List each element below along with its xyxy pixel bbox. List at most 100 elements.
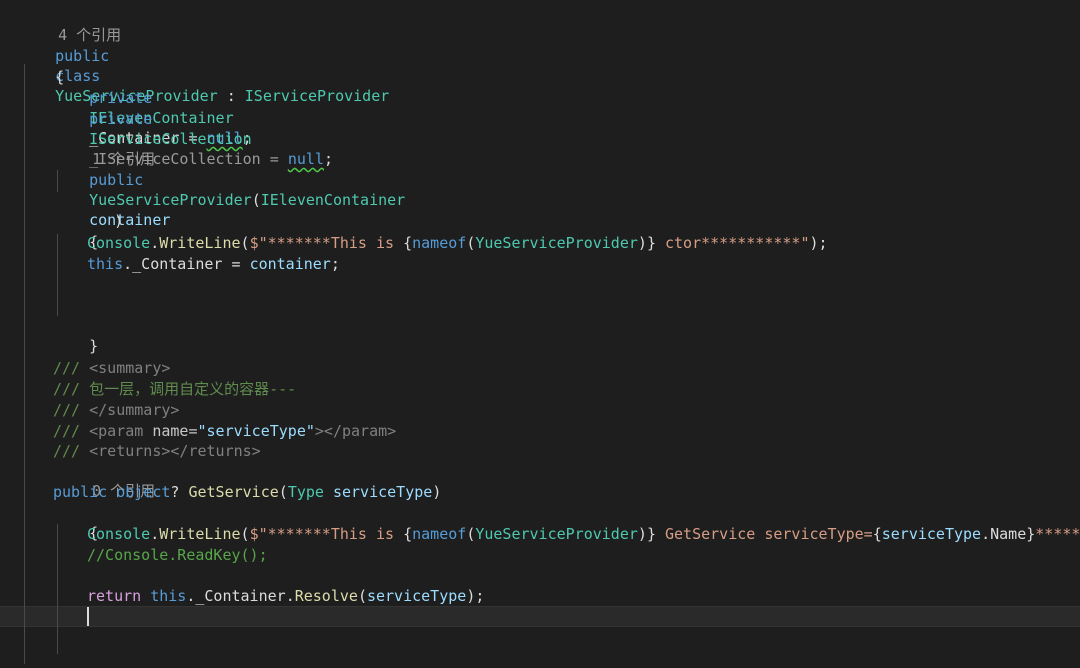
method-open-brace: { (53, 503, 98, 542)
interp-property[interactable]: Name (990, 525, 1026, 543)
return-keyword: return (87, 587, 142, 605)
statement-end: ); (809, 234, 828, 252)
keyword-private: private (89, 110, 153, 128)
code-editor[interactable]: 4 个引用 public class YueServiceProvider : … (0, 0, 1080, 668)
param-name[interactable]: serviceType (333, 483, 432, 501)
commented-readkey-line: //Console.ReadKey(); (87, 545, 268, 565)
assign-value[interactable]: container (250, 255, 331, 273)
getservice-declaration-line: public object? GetService(Type serviceTy… (53, 482, 441, 502)
doc-slashes: /// (53, 422, 90, 440)
writeline-method[interactable]: WriteLine (159, 525, 240, 543)
ctor-close-brace: } (53, 316, 98, 355)
nameof-arg[interactable]: YueServiceProvider (475, 234, 638, 252)
keyword-public: public (53, 483, 108, 501)
resolve-method[interactable]: Resolve (295, 587, 358, 605)
doc-param: /// <param name="serviceType"></param> (53, 421, 396, 441)
statement-end: ); (466, 587, 485, 605)
current-line-highlight (0, 606, 1080, 627)
doc-attr: name= (152, 422, 198, 440)
ctor-assign-line: this._Container = container; (87, 254, 340, 274)
resolve-arg[interactable]: serviceType (367, 587, 466, 605)
doc-tag-open: <param (89, 422, 153, 440)
keyword-public: public (89, 171, 144, 189)
paren-close: ) (114, 212, 124, 230)
interp-open: { (403, 234, 413, 252)
field-container-line: private IElevenContainer _Container = nu… (53, 68, 252, 147)
doc-summary-text: /// 包一层，调用自定义的容器--- (53, 379, 296, 399)
paren-open: ( (240, 234, 250, 252)
dot: . (150, 525, 160, 543)
interp-close: } (646, 525, 656, 543)
codelens-ctor-references[interactable]: 1 个引用 (56, 129, 155, 168)
this-keyword: this (150, 587, 187, 605)
interp-open: { (872, 525, 882, 543)
param-type[interactable]: Type (288, 483, 324, 501)
string-middle: GetService serviceType= (655, 525, 873, 543)
string-prefix: $"*******This is (249, 234, 404, 252)
class-declaration-line: public class YueServiceProvider : IServi… (19, 26, 389, 105)
equals: = (222, 255, 250, 273)
doc-slashes: /// (53, 359, 90, 377)
method-close-brace: } (53, 648, 98, 668)
console-class[interactable]: Console (87, 525, 150, 543)
paren-close: ) (637, 234, 647, 252)
nameof-arg[interactable]: YueServiceProvider (475, 525, 638, 543)
paren-open: ( (240, 525, 250, 543)
doc-tag: </summary> (89, 401, 180, 419)
string-tail: ***********" (1035, 525, 1080, 543)
string-tail: ctor***********" (655, 234, 810, 252)
dot: . (150, 234, 160, 252)
codelens-class-references[interactable]: 4 个引用 (22, 5, 121, 44)
brace: } (89, 337, 99, 355)
dot: . (285, 587, 295, 605)
semicolon: ; (330, 255, 340, 273)
console-class[interactable]: Console (87, 234, 150, 252)
interp-param[interactable]: serviceType (882, 525, 981, 543)
container-field[interactable]: _Container (195, 587, 285, 605)
field-servicecollection-line: private IServiceCollection _IServiceColl… (53, 89, 333, 168)
line-comment: //Console.ReadKey(); (87, 546, 268, 564)
ctor-declaration-line: public YueServiceProvider(IElevenContain… (53, 150, 405, 229)
assign-target[interactable]: _Container (132, 255, 222, 273)
ctor-open-brace: { (53, 212, 98, 251)
getservice-writeline-line: Console.WriteLine($"*******This is {name… (87, 524, 1080, 544)
doc-slashes: /// (53, 442, 90, 460)
paren-open: ( (466, 234, 476, 252)
this-keyword: this (87, 255, 124, 273)
return-line: return this._Container.Resolve(serviceTy… (87, 586, 484, 606)
interp-close: } (646, 234, 656, 252)
nameof-keyword: nameof (412, 234, 467, 252)
string-prefix: $"*******This is (249, 525, 404, 543)
doc-summary-open: /// <summary> (53, 358, 170, 378)
interp-close: } (1026, 525, 1036, 543)
dot: . (123, 255, 133, 273)
text-caret (87, 607, 89, 626)
paren-open: ( (466, 525, 476, 543)
class-open-brace: { (19, 47, 64, 86)
doc-tag-close: ></param> (314, 422, 397, 440)
doc-tag: <summary> (89, 359, 171, 377)
codelens-method-references[interactable]: 0 个引用 (56, 461, 155, 500)
writeline-method[interactable]: WriteLine (159, 234, 240, 252)
paren-close: ) (637, 525, 647, 543)
param-type[interactable]: IElevenContainer (261, 191, 406, 209)
paren-open: ( (278, 483, 288, 501)
nameof-keyword: nameof (412, 525, 467, 543)
interp-open: { (403, 525, 413, 543)
paren-open: ( (251, 191, 261, 209)
paren-open: ( (357, 587, 367, 605)
paren-close: ) (432, 483, 442, 501)
return-type: object (116, 483, 171, 501)
doc-summary-close: /// </summary> (53, 400, 179, 420)
indent-guide-class (24, 64, 25, 664)
doc-tag: <returns></returns> (89, 442, 261, 460)
doc-slashes: /// (53, 401, 90, 419)
ctor-writeline-line: Console.WriteLine($"*******This is {name… (87, 233, 828, 253)
dot: . (981, 525, 991, 543)
ctor-paren-close-line: ) (78, 191, 123, 230)
doc-text: /// 包一层，调用自定义的容器--- (53, 380, 297, 398)
doc-attr-value: "serviceType" (197, 422, 315, 440)
doc-returns: /// <returns></returns> (53, 441, 261, 461)
nullable-mark: ? (170, 483, 189, 501)
method-name[interactable]: GetService (188, 483, 278, 501)
